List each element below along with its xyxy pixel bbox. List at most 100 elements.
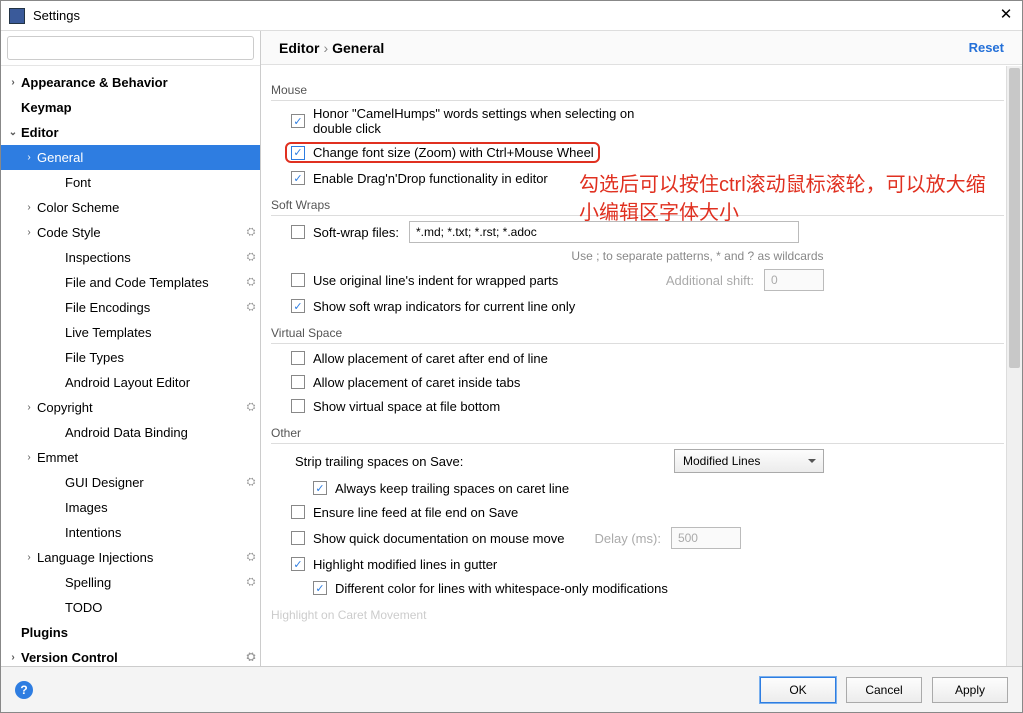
checkbox-caret-tabs[interactable]	[291, 375, 305, 389]
sidebar: ›Appearance & BehaviorKeymap⌄Editor›Gene…	[1, 31, 261, 666]
checkbox-quick-doc[interactable]	[291, 531, 305, 545]
tree-item-label: Keymap	[21, 100, 260, 115]
tree-item-copyright[interactable]: ›Copyright⛭	[1, 395, 260, 420]
search-input[interactable]	[7, 36, 254, 60]
tree-item-appearance-behavior[interactable]: ›Appearance & Behavior	[1, 70, 260, 95]
tree-item-android-data-binding[interactable]: Android Data Binding	[1, 420, 260, 445]
section-softwraps: Soft Wraps	[271, 198, 1004, 216]
chevron-icon: ›	[21, 227, 37, 238]
checkbox-show-indicators[interactable]	[291, 299, 305, 313]
tree-item-language-injections[interactable]: ›Language Injections⛭	[1, 545, 260, 570]
gear-icon: ⛭	[242, 226, 260, 239]
close-icon[interactable]: ✕	[998, 8, 1014, 24]
tree-item-label: Intentions	[65, 525, 260, 540]
tree-item-general[interactable]: ›General	[1, 145, 260, 170]
tree-item-editor[interactable]: ⌄Editor	[1, 120, 260, 145]
tree-item-label: Plugins	[21, 625, 260, 640]
gear-icon: ⛭	[242, 651, 260, 664]
checkbox-orig-indent[interactable]	[291, 273, 305, 287]
softwrap-hint: Use ; to separate patterns, * and ? as w…	[391, 246, 1004, 266]
cancel-button[interactable]: Cancel	[846, 677, 922, 703]
gear-icon: ⛭	[242, 301, 260, 314]
checkbox-file-bottom[interactable]	[291, 399, 305, 413]
content-panel: Mouse Honor "CamelHumps" words settings …	[261, 65, 1022, 666]
tree-item-keymap[interactable]: Keymap	[1, 95, 260, 120]
tree-item-label: Emmet	[37, 450, 260, 465]
tree-item-label: Spelling	[65, 575, 242, 590]
tree-item-inspections[interactable]: Inspections⛭	[1, 245, 260, 270]
scrollbar[interactable]	[1006, 66, 1022, 666]
titlebar: Settings ✕	[1, 1, 1022, 31]
checkbox-softwrap-files[interactable]	[291, 225, 305, 239]
section-mouse: Mouse	[271, 83, 1004, 101]
tree-item-android-layout-editor[interactable]: Android Layout Editor	[1, 370, 260, 395]
chevron-icon: ›	[21, 202, 37, 213]
checkbox-caret-end[interactable]	[291, 351, 305, 365]
checkbox-honor-camelhumps[interactable]	[291, 114, 305, 128]
settings-tree[interactable]: ›Appearance & BehaviorKeymap⌄Editor›Gene…	[1, 66, 260, 666]
tree-item-label: File Encodings	[65, 300, 242, 315]
tree-item-color-scheme[interactable]: ›Color Scheme	[1, 195, 260, 220]
tree-item-label: Code Style	[37, 225, 242, 240]
gear-icon: ⛭	[242, 251, 260, 264]
tree-item-label: Color Scheme	[37, 200, 260, 215]
section-virtual-space: Virtual Space	[271, 326, 1004, 344]
tree-item-label: General	[37, 150, 260, 165]
checkbox-ensure-lf[interactable]	[291, 505, 305, 519]
tree-item-version-control[interactable]: ›Version Control⛭	[1, 645, 260, 666]
apply-button[interactable]: Apply	[932, 677, 1008, 703]
chevron-icon: ›	[5, 77, 21, 88]
tree-item-emmet[interactable]: ›Emmet	[1, 445, 260, 470]
tree-item-label: Android Data Binding	[65, 425, 260, 440]
gear-icon: ⛭	[242, 476, 260, 489]
gear-icon: ⛭	[242, 401, 260, 414]
breadcrumb: Editor›General	[279, 40, 969, 56]
delay-input	[671, 527, 741, 549]
tree-item-label: GUI Designer	[65, 475, 242, 490]
softwrap-files-input[interactable]	[409, 221, 799, 243]
tree-item-label: TODO	[65, 600, 260, 615]
tree-item-label: Inspections	[65, 250, 242, 265]
tree-item-intentions[interactable]: Intentions	[1, 520, 260, 545]
tree-item-label: Android Layout Editor	[65, 375, 260, 390]
highlight-zoom-option: Change font size (Zoom) with Ctrl+Mouse …	[285, 142, 600, 163]
chevron-icon: ›	[21, 152, 37, 163]
tree-item-gui-designer[interactable]: GUI Designer⛭	[1, 470, 260, 495]
additional-shift-input	[764, 269, 824, 291]
tree-item-label: Images	[65, 500, 260, 515]
tree-item-images[interactable]: Images	[1, 495, 260, 520]
checkbox-diff-color[interactable]	[313, 581, 327, 595]
gear-icon: ⛭	[242, 276, 260, 289]
tree-item-code-style[interactable]: ›Code Style⛭	[1, 220, 260, 245]
tree-item-label: File Types	[65, 350, 260, 365]
tree-item-label: Language Injections	[37, 550, 242, 565]
tree-item-label: Version Control	[21, 650, 242, 665]
ok-button[interactable]: OK	[760, 677, 836, 703]
section-other: Other	[271, 426, 1004, 444]
tree-item-label: Font	[65, 175, 260, 190]
tree-item-todo[interactable]: TODO	[1, 595, 260, 620]
tree-item-plugins[interactable]: Plugins	[1, 620, 260, 645]
tree-item-file-encodings[interactable]: File Encodings⛭	[1, 295, 260, 320]
checkbox-keep-trailing[interactable]	[313, 481, 327, 495]
chevron-icon: ›	[21, 552, 37, 563]
tree-item-live-templates[interactable]: Live Templates	[1, 320, 260, 345]
tree-item-label: File and Code Templates	[65, 275, 242, 290]
tree-item-label: Copyright	[37, 400, 242, 415]
tree-item-file-types[interactable]: File Types	[1, 345, 260, 370]
gear-icon: ⛭	[242, 551, 260, 564]
tree-item-font[interactable]: Font	[1, 170, 260, 195]
tree-item-file-and-code-templates[interactable]: File and Code Templates⛭	[1, 270, 260, 295]
tree-item-label: Live Templates	[65, 325, 260, 340]
chevron-icon: ⌄	[5, 127, 21, 138]
reset-link[interactable]: Reset	[969, 40, 1004, 55]
checkbox-dnd[interactable]	[291, 171, 305, 185]
gear-icon: ⛭	[242, 576, 260, 589]
strip-spaces-select[interactable]: Modified Lines	[674, 449, 824, 473]
chevron-icon: ›	[5, 652, 21, 663]
tree-item-spelling[interactable]: Spelling⛭	[1, 570, 260, 595]
checkbox-highlight-modified[interactable]	[291, 557, 305, 571]
checkbox-zoom-font[interactable]	[291, 146, 305, 160]
section-caret-movement: Highlight on Caret Movement	[271, 608, 1004, 625]
help-icon[interactable]: ?	[15, 681, 33, 699]
